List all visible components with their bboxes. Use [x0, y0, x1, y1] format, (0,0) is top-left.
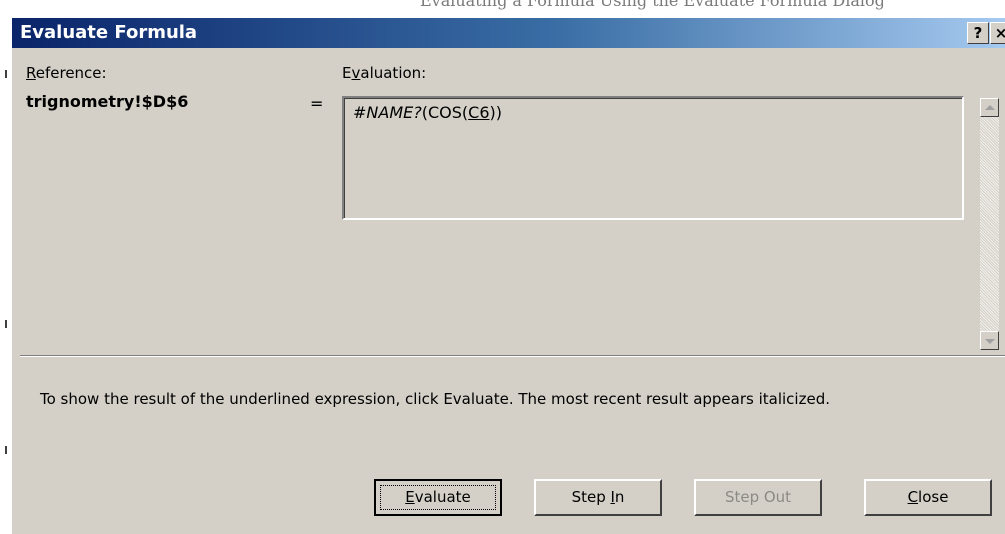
margin-mark [5, 70, 7, 78]
close-button[interactable]: Close [864, 479, 992, 516]
close-icon: × [995, 24, 1005, 42]
margin-mark [5, 320, 7, 328]
underlined-expression: C6 [468, 103, 490, 122]
scroll-up-button[interactable] [980, 98, 999, 117]
formula-expression: #NAME?(COS(C6)) [353, 103, 502, 122]
close-window-button[interactable]: × [990, 22, 1005, 44]
vertical-scrollbar[interactable] [980, 98, 999, 350]
arrow-down-icon [985, 339, 995, 344]
arrow-up-icon [985, 105, 995, 110]
separator [20, 355, 1005, 357]
step-out-button[interactable]: Step Out [694, 479, 822, 516]
focus-rectangle [380, 485, 496, 510]
margin-mark [5, 446, 7, 454]
reference-label: Reference: [26, 64, 107, 82]
background-text: Evaluating a Formula Using the Evaluate … [420, 0, 885, 10]
scroll-down-button[interactable] [980, 331, 999, 350]
evaluate-formula-dialog: Evaluate Formula ? × Reference: Evaluati… [10, 18, 1005, 534]
evaluate-button[interactable]: Evaluate [374, 479, 502, 516]
step-in-button[interactable]: Step In [534, 479, 662, 516]
formula-result: #NAME? [353, 103, 422, 122]
background-strip: Evaluating a Formula Using the Evaluate … [0, 0, 1005, 18]
reference-value: trignometry!$D$6 [26, 92, 189, 111]
evaluation-box-inner: #NAME?(COS(C6)) [344, 98, 962, 218]
dialog-title: Evaluate Formula [20, 22, 198, 43]
left-margin [0, 0, 9, 534]
equals-sign: = [310, 94, 324, 113]
evaluation-label: Evaluation: [342, 64, 427, 82]
evaluation-box[interactable]: #NAME?(COS(C6)) [342, 96, 964, 220]
help-icon: ? [973, 24, 983, 42]
help-button[interactable]: ? [967, 22, 989, 44]
instructions-text: To show the result of the underlined exp… [40, 390, 830, 408]
title-bar[interactable]: Evaluate Formula ? × [12, 18, 1005, 48]
